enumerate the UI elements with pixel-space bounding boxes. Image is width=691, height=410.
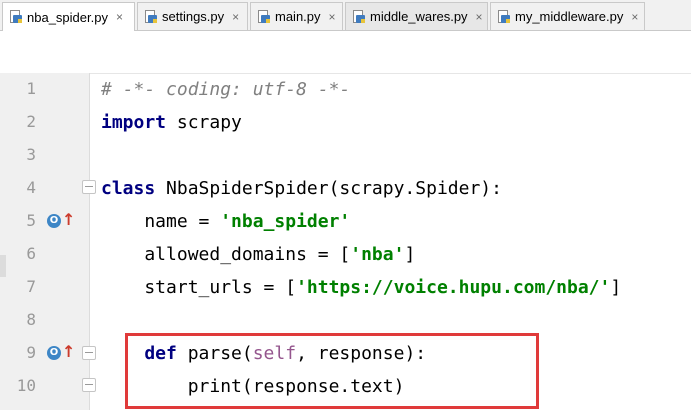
line-number: 5 — [26, 211, 36, 230]
navigate-up-arrow-icon[interactable]: ↑ — [62, 210, 75, 229]
code-line-4: class NbaSpiderSpider(scrapy.Spider): — [101, 172, 502, 205]
string-literal: 'nba_spider' — [220, 211, 351, 232]
override-icon: O — [47, 346, 61, 360]
tab-middle-wares[interactable]: middle_wares.py × — [345, 2, 488, 30]
navigate-up-arrow-icon[interactable]: ↑ — [62, 342, 75, 361]
keyword: import — [101, 112, 167, 133]
fold-toggle-icon[interactable] — [82, 180, 96, 194]
code-text: start_urls = [ — [101, 277, 297, 298]
line-number: 1 — [26, 79, 36, 98]
override-icon: O — [47, 214, 61, 228]
code-line-7: start_urls = ['https://voice.hupu.com/nb… — [101, 271, 621, 304]
editor-top-strip — [0, 31, 691, 74]
python-file-icon — [497, 9, 511, 24]
close-icon[interactable]: × — [329, 11, 336, 23]
code-text: NbaSpiderSpider(scrapy.Spider): — [155, 178, 502, 199]
editor-tab-bar: nba_spider.py × settings.py × main.py × … — [0, 0, 691, 31]
code-line-5: name = 'nba_spider' — [101, 205, 350, 238]
code-text: ] — [404, 244, 416, 265]
code-line-9: def parse(self, response): — [101, 337, 426, 370]
tab-label: main.py — [275, 9, 321, 24]
tab-nba-spider[interactable]: nba_spider.py × — [2, 2, 135, 31]
line-number: 2 — [26, 112, 36, 131]
code-text: scrapy — [166, 112, 242, 133]
code-text: , response): — [296, 343, 427, 364]
close-icon[interactable]: × — [232, 11, 239, 23]
python-file-icon — [9, 10, 23, 24]
comment: # -*- coding: utf-8 -*- — [101, 79, 351, 100]
scroll-marker — [0, 255, 6, 277]
code-text: ] — [610, 277, 622, 298]
code-line-1: # -*- coding: utf-8 -*- — [101, 73, 350, 106]
code-text: print(response.text) — [101, 376, 405, 397]
keyword: def — [101, 343, 177, 364]
close-icon[interactable]: × — [116, 11, 123, 23]
line-number: 8 — [26, 310, 36, 329]
code-line-10: print(response.text) — [101, 370, 405, 403]
override-marker[interactable]: O ↑ — [47, 342, 75, 365]
code-line-2: import scrapy — [101, 106, 242, 139]
line-number: 3 — [26, 145, 36, 164]
keyword: class — [101, 178, 156, 199]
code-text: allowed_domains = [ — [101, 244, 351, 265]
override-marker[interactable]: O ↑ — [47, 210, 75, 233]
python-file-icon — [352, 9, 366, 24]
python-file-icon — [257, 9, 271, 24]
tab-my-middleware[interactable]: my_middleware.py × — [490, 2, 645, 30]
tab-main[interactable]: main.py × — [250, 2, 343, 30]
self-keyword: self — [252, 343, 297, 364]
tab-label: my_middleware.py — [515, 9, 624, 24]
line-number: 10 — [16, 376, 36, 395]
tab-label: settings.py — [162, 9, 225, 24]
line-number: 7 — [26, 277, 36, 296]
fold-toggle-icon[interactable] — [82, 378, 96, 392]
line-number-gutter: 1 2 3 4 5 6 7 8 9 10 O ↑ O ↑ — [0, 73, 90, 410]
string-literal: 'nba' — [350, 244, 405, 265]
tab-label: middle_wares.py — [370, 9, 468, 24]
tab-settings[interactable]: settings.py × — [137, 2, 248, 30]
fold-toggle-icon[interactable] — [82, 346, 96, 360]
tab-label: nba_spider.py — [27, 9, 108, 25]
python-file-icon — [144, 9, 158, 24]
close-icon[interactable]: × — [476, 11, 483, 23]
string-literal: 'https://voice.hupu.com/nba/' — [296, 277, 611, 298]
line-number: 4 — [26, 178, 36, 197]
close-icon[interactable]: × — [631, 11, 638, 23]
code-line-6: allowed_domains = ['nba'] — [101, 238, 415, 271]
line-number: 9 — [26, 343, 36, 362]
code-text: parse( — [176, 343, 253, 364]
code-text: name = — [101, 211, 221, 232]
